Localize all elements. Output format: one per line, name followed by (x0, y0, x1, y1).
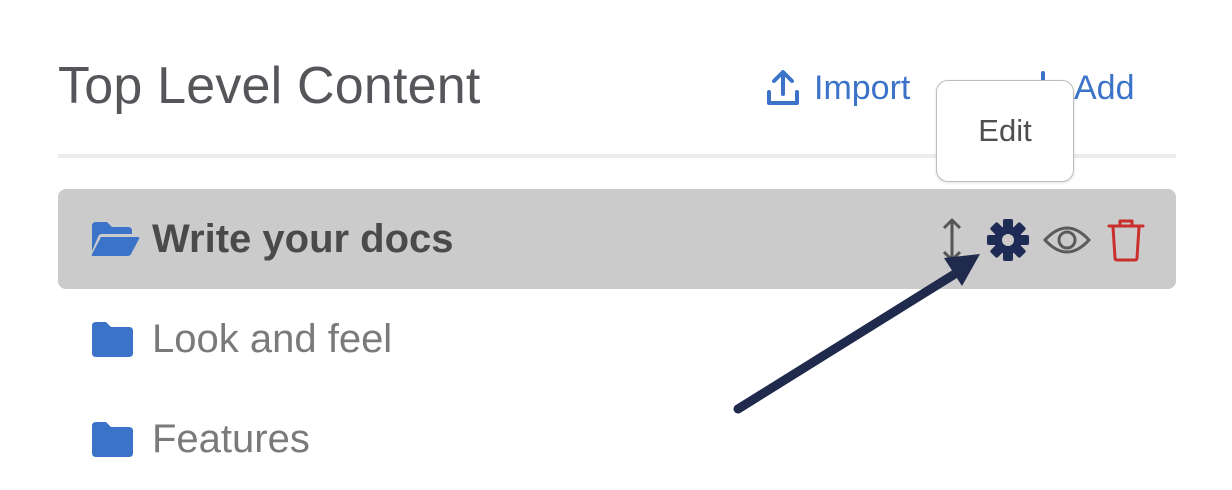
tree-item-label: Write your docs (152, 216, 454, 261)
folder-open-icon (90, 217, 140, 261)
tree-item-look-and-feel[interactable]: Look and feel (58, 289, 1176, 389)
tooltip-text: Edit (978, 113, 1032, 148)
trash-icon[interactable] (1106, 218, 1146, 262)
tree-item-write-your-docs[interactable]: Write your docs (58, 189, 1176, 289)
move-handle-icon[interactable] (932, 217, 972, 263)
add-label: Add (1074, 68, 1135, 107)
tree-item-features[interactable]: Features (58, 389, 1176, 489)
tree-item-label: Features (152, 416, 310, 461)
import-button[interactable]: Import (766, 66, 910, 110)
import-label: Import (814, 68, 911, 107)
row-actions (932, 217, 1146, 263)
tree-item-label: Look and feel (152, 316, 393, 361)
folder-icon (90, 317, 140, 361)
eye-icon[interactable] (1040, 222, 1094, 258)
upload-icon (766, 70, 800, 106)
folder-icon (90, 417, 140, 461)
gear-icon[interactable] (984, 218, 1032, 262)
page-title: Top Level Content (58, 57, 481, 115)
edit-tooltip: Edit (936, 80, 1074, 182)
